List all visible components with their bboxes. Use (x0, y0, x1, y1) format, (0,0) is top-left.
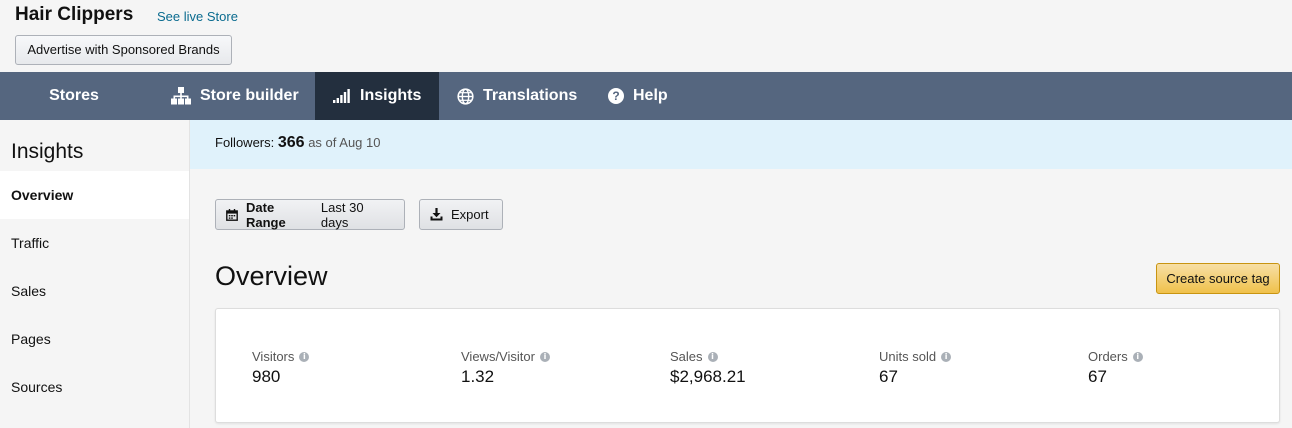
create-source-tag-button[interactable]: Create source tag (1156, 263, 1280, 294)
svg-text:?: ? (612, 89, 619, 103)
info-icon[interactable]: i (539, 351, 550, 362)
sitemap-icon (171, 87, 191, 105)
followers-label: Followers: (215, 135, 275, 150)
metric-orders: Orders i 67 (1088, 349, 1143, 387)
metric-value: 1.32 (461, 367, 495, 386)
date-range-label: Date Range (246, 199, 286, 230)
nav-item-label: Store builder (200, 87, 299, 104)
sidebar-item-pages[interactable]: Pages (0, 315, 189, 363)
nav-item-help[interactable]: ? Help (608, 72, 668, 120)
sidebar-item-traffic[interactable]: Traffic (0, 219, 189, 267)
overview-heading: Overview (215, 261, 328, 291)
main-content: Followers: 366 as of Aug 10 Date Range L… (190, 120, 1292, 428)
question-circle-icon: ? (608, 88, 624, 104)
metric-value: 67 (879, 367, 898, 386)
globe-icon (457, 87, 474, 105)
export-button[interactable]: Export (419, 199, 503, 230)
metric-value: 67 (1088, 367, 1107, 386)
nav-item-stores[interactable]: Stores (0, 72, 148, 120)
sidebar-title: Insights (11, 140, 84, 163)
main-nav: Stores Store builder Insights Translatio… (0, 72, 1292, 120)
store-header: Hair Clippers See live Store Advertise w… (0, 0, 1292, 72)
nav-item-label: Insights (360, 87, 422, 104)
metric-value: $2,968.21 (670, 367, 746, 386)
metric-label: Sales (670, 349, 703, 364)
metric-views-per-visitor: Views/Visitor i 1.32 (461, 349, 550, 387)
followers-info: Followers: 366 as of Aug 10 (215, 134, 380, 152)
metric-sales: Sales i $2,968.21 (670, 349, 746, 387)
metric-units-sold: Units sold i 67 (879, 349, 952, 387)
nav-item-translations[interactable]: Translations (457, 72, 577, 120)
info-icon[interactable]: i (1132, 351, 1143, 362)
nav-item-store-builder[interactable]: Store builder (171, 72, 299, 120)
date-range-button[interactable]: Date Range Last 30 days (215, 199, 405, 230)
metric-label: Units sold (879, 349, 937, 364)
nav-item-label: Stores (49, 87, 99, 104)
date-range-value: Last 30 days (320, 199, 364, 230)
info-icon[interactable]: i (707, 351, 718, 362)
followers-count: 366 (277, 134, 305, 151)
followers-banner: Followers: 366 as of Aug 10 (190, 120, 1292, 169)
metric-label: Views/Visitor (461, 349, 535, 364)
info-icon[interactable]: i (941, 351, 952, 362)
info-icon[interactable]: i (299, 351, 310, 362)
metric-value: 980 (252, 367, 281, 386)
followers-as-of: as of Aug 10 (308, 135, 381, 150)
signal-bars-icon (333, 89, 351, 103)
sidebar-item-sources[interactable]: Sources (0, 363, 189, 411)
nav-item-label: Translations (483, 87, 578, 104)
calendar-icon (226, 208, 238, 221)
metric-label: Orders (1088, 349, 1128, 364)
sidebar-item-sales[interactable]: Sales (0, 267, 189, 315)
sidebar-item-overview[interactable]: Overview (0, 171, 189, 219)
metrics-card: Visitors i 980 Views/Visitor i 1.32 Sales i… (215, 308, 1280, 423)
see-live-store-link[interactable]: See live Store (157, 9, 238, 24)
nav-item-insights[interactable]: Insights (315, 72, 439, 120)
nav-item-label: Help (633, 87, 668, 104)
export-label: Export (451, 207, 489, 222)
insights-sidebar: Insights Overview Traffic Sales Pages So… (0, 120, 190, 428)
metric-visitors: Visitors i 980 (252, 349, 310, 387)
metric-label: Visitors (252, 349, 295, 364)
store-title: Hair Clippers (15, 4, 134, 25)
advertise-sponsored-brands-button[interactable]: Advertise with Sponsored Brands (15, 35, 232, 65)
download-icon (430, 208, 443, 221)
